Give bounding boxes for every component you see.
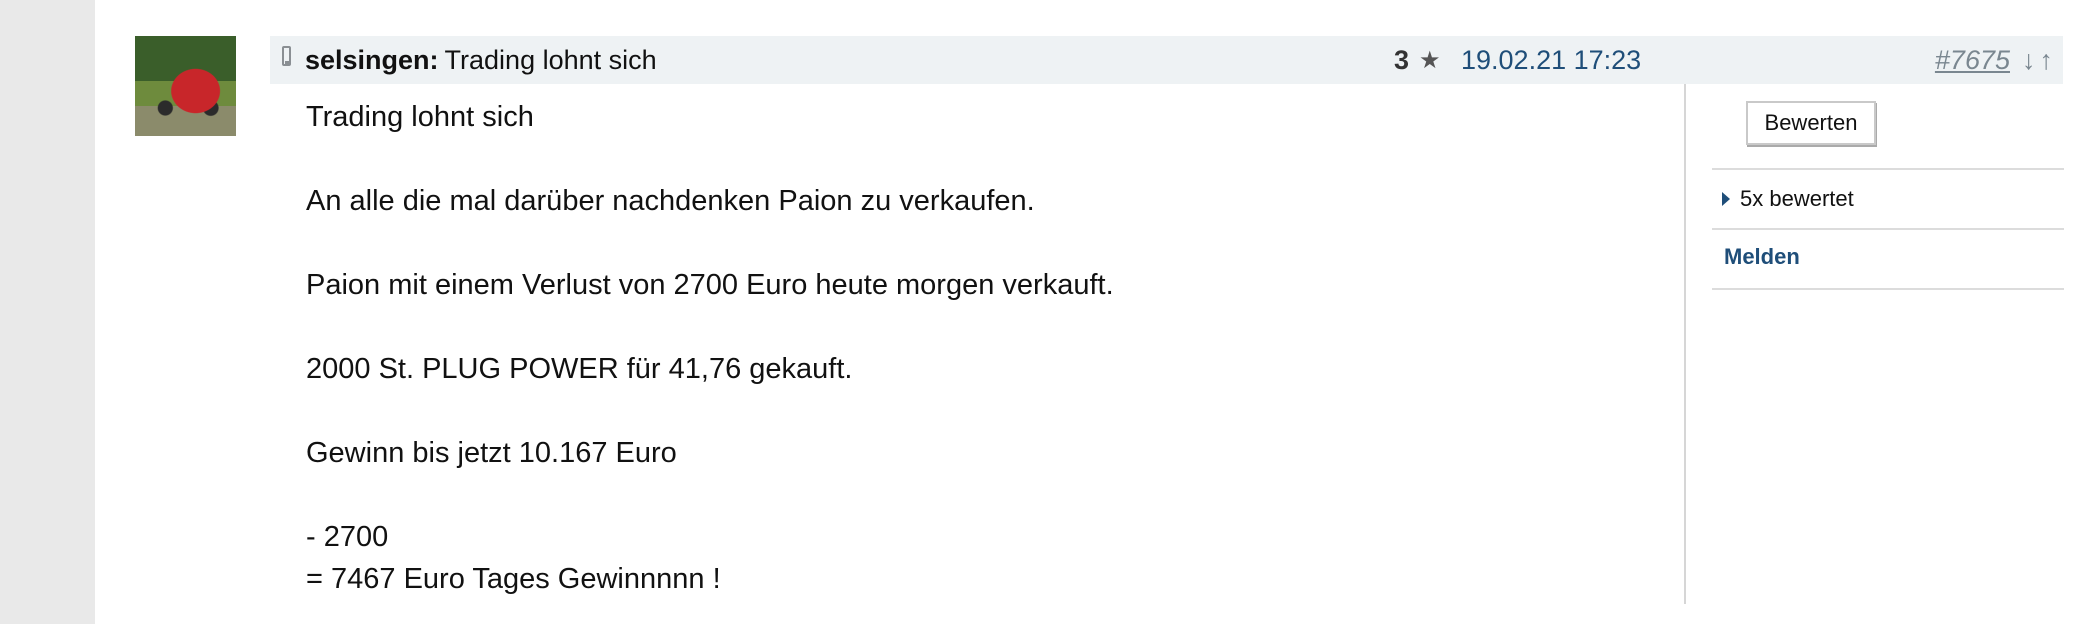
body-line — [306, 306, 1666, 348]
ratings-toggle[interactable]: 5x bewertet — [1722, 183, 1854, 215]
mobile-device-icon — [282, 46, 291, 66]
divider — [1712, 168, 2064, 170]
rating-count: 3 — [1394, 44, 1410, 75]
body-line: - 2700 — [306, 521, 389, 553]
post-body: Trading lohnt sich An alle die mal darüb… — [306, 96, 1666, 600]
post-number-link[interactable]: #7675 — [1935, 45, 2010, 76]
body-line: = 7467 Euro Tages Gewinnnnn ! — [306, 563, 721, 595]
author-name[interactable]: selsingen: — [305, 45, 439, 76]
body-line: An alle die mal darüber nachdenken Paion… — [306, 185, 1035, 217]
previous-post-arrow-icon[interactable]: ↑ — [2040, 45, 2054, 76]
left-gutter — [0, 0, 95, 624]
next-post-arrow-icon[interactable]: ↓ — [2022, 45, 2036, 76]
body-line: 2000 St. PLUG POWER für 41,76 gekauft. — [306, 353, 853, 385]
avatar[interactable] — [135, 36, 236, 136]
star-icon: ★ — [1419, 46, 1441, 74]
post-navigation: #7675 ↓ ↑ — [1935, 36, 2053, 84]
ratings-toggle-label: 5x bewertet — [1740, 186, 1854, 211]
body-line: Trading lohnt sich — [306, 101, 534, 133]
post-title: Trading lohnt sich — [444, 44, 657, 75]
body-line: Paion mit einem Verlust von 2700 Euro he… — [306, 269, 1114, 301]
report-link[interactable]: Melden — [1724, 244, 1800, 270]
body-line — [306, 138, 1666, 180]
post-header: selsingen: Trading lohnt sich 3 ★ 19.02.… — [270, 36, 2063, 84]
caret-right-icon — [1722, 192, 1730, 206]
rating-summary: 3 ★ — [1394, 36, 1441, 84]
rate-button[interactable]: Bewerten — [1746, 101, 1876, 145]
body-line — [306, 390, 1666, 432]
post-date: 19.02.21 17:23 — [1461, 44, 1642, 75]
body-line — [306, 474, 1666, 516]
divider — [1712, 288, 2064, 290]
body-line — [306, 222, 1666, 264]
sidebar-divider — [1684, 84, 1686, 604]
body-line: Gewinn bis jetzt 10.167 Euro — [306, 437, 677, 469]
divider — [1712, 228, 2064, 230]
